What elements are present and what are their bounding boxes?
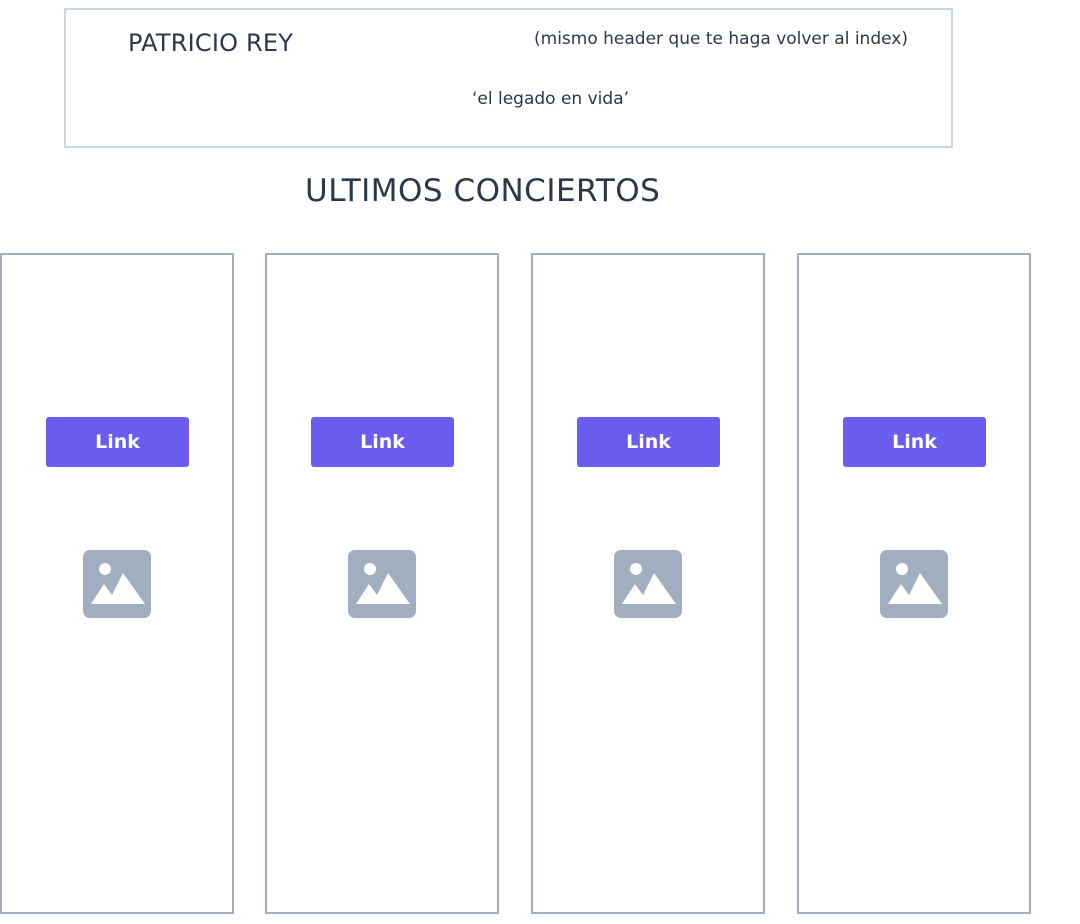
- site-header: PATRICIO REY (mismo header que te haga v…: [64, 8, 953, 148]
- card-2-link-button[interactable]: Link: [311, 417, 454, 467]
- image-placeholder-icon: [83, 550, 151, 618]
- card-1-link-button[interactable]: Link: [46, 417, 189, 467]
- concert-card-4: Link: [797, 253, 1031, 914]
- card-4-link-button[interactable]: Link: [843, 417, 986, 467]
- tagline: ‘el legado en vida’: [472, 89, 630, 109]
- image-placeholder-icon: [880, 550, 948, 618]
- section-title: ULTIMOS CONCIERTOS: [305, 173, 661, 209]
- concert-card-3: Link: [531, 253, 765, 914]
- header-note: (mismo header que te haga volver al inde…: [534, 29, 908, 49]
- brand-title[interactable]: PATRICIO REY: [128, 28, 293, 58]
- concert-card-2: Link: [265, 253, 499, 914]
- image-placeholder-icon: [348, 550, 416, 618]
- card-3-link-button[interactable]: Link: [577, 417, 720, 467]
- concert-card-1: Link: [0, 253, 234, 914]
- image-placeholder-icon: [614, 550, 682, 618]
